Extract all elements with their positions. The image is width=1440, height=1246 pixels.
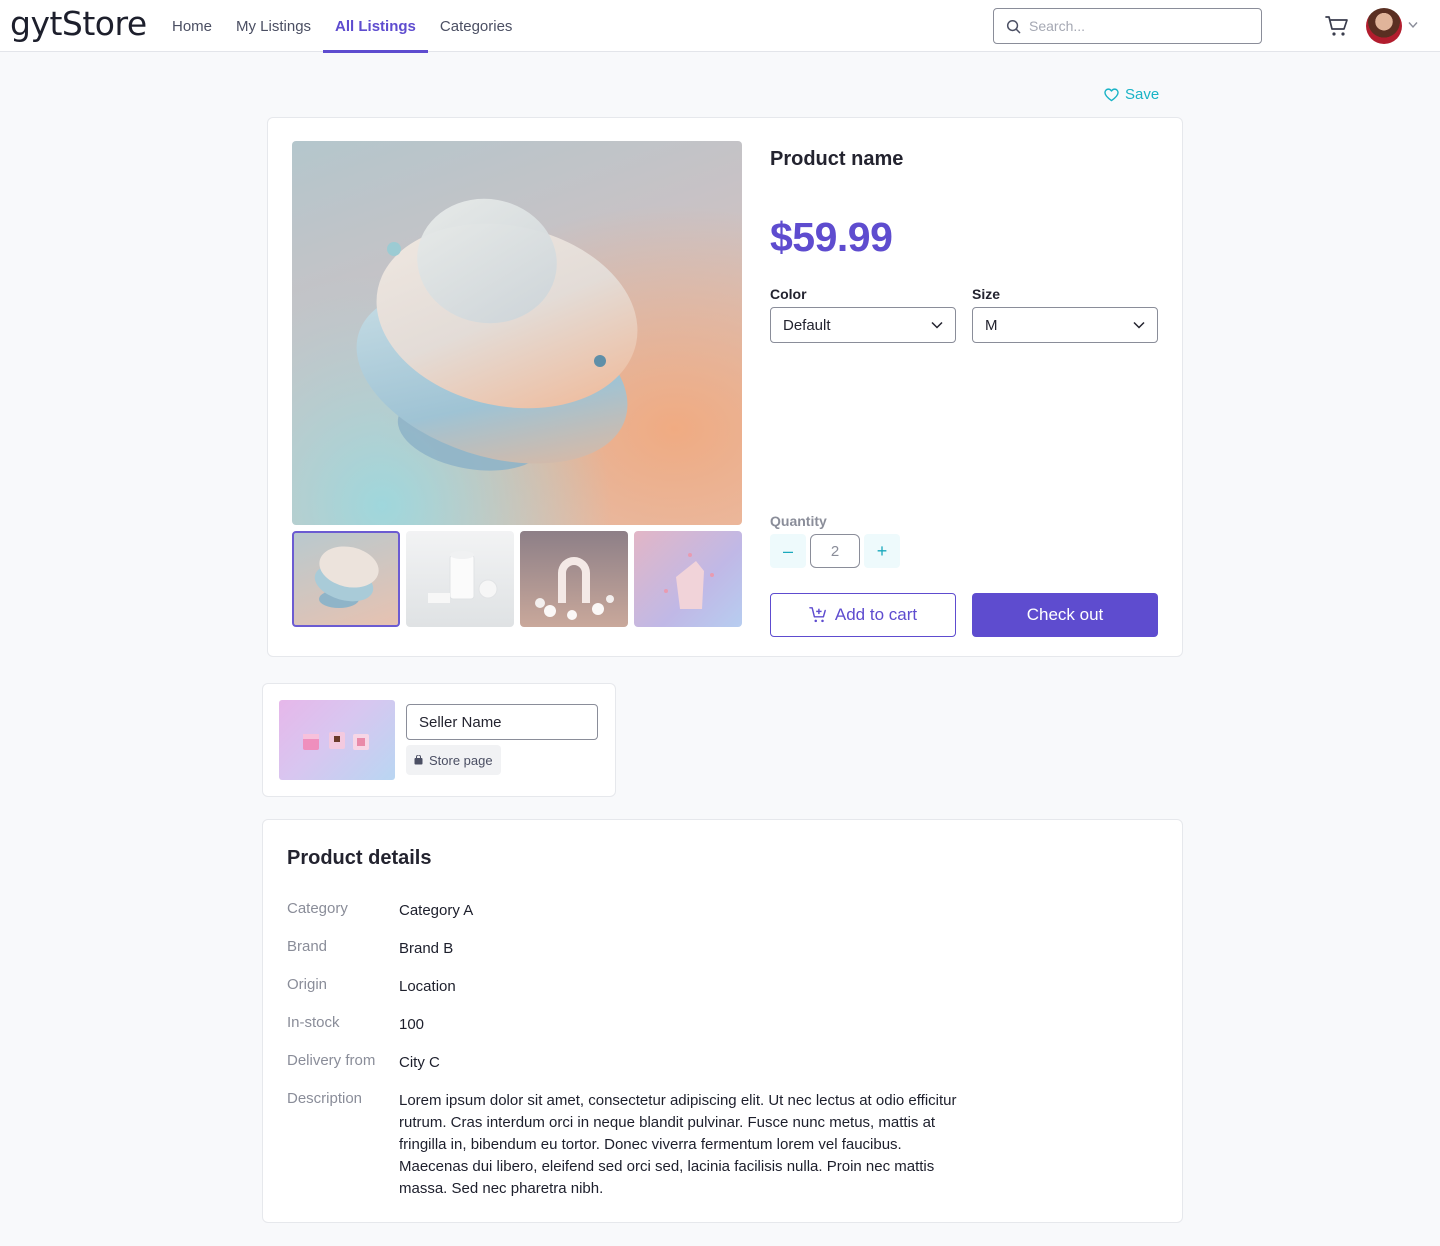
search-icon xyxy=(1006,19,1021,33)
app-logo[interactable]: gytStore xyxy=(10,4,147,43)
detail-row-delivery-from: Delivery from City C xyxy=(287,1052,969,1074)
product-details-title: Product details xyxy=(287,847,432,869)
thumbnail-white-cylinder[interactable] xyxy=(406,531,514,627)
heart-outline-icon xyxy=(1104,87,1119,101)
size-select[interactable]: M xyxy=(972,307,1158,343)
detail-row-brand: Brand Brand B xyxy=(287,938,969,960)
detail-row-category: Category Category A xyxy=(287,900,969,922)
detail-key: Description xyxy=(287,1090,363,1107)
size-label: Size xyxy=(972,286,1001,302)
product-card: Product name $59.99 Color Default Size M… xyxy=(267,117,1183,657)
quantity-input[interactable]: 2 xyxy=(810,534,860,568)
color-select[interactable]: Default xyxy=(770,307,956,343)
seller-image xyxy=(279,700,395,780)
detail-key: Delivery from xyxy=(287,1052,376,1069)
main-nav: Home My Listings All Listings Categories xyxy=(160,0,525,53)
detail-value: City C xyxy=(399,1054,440,1071)
add-to-cart-icon xyxy=(809,607,826,623)
nav-home[interactable]: Home xyxy=(160,0,224,52)
store-page-button[interactable]: Store page xyxy=(406,745,501,775)
nav-my-listings[interactable]: My Listings xyxy=(224,0,323,52)
detail-value: 100 xyxy=(399,1016,425,1033)
detail-value: Location xyxy=(399,978,456,995)
chevron-down-icon xyxy=(1133,321,1145,329)
color-select-value: Default xyxy=(783,316,831,334)
detail-key: Origin xyxy=(287,976,328,993)
quantity-increment-button[interactable]: + xyxy=(864,534,900,568)
product-name: Product name xyxy=(770,148,904,170)
nav-categories[interactable]: Categories xyxy=(428,0,525,52)
seller-name-field[interactable]: Seller Name xyxy=(406,704,598,740)
detail-row-in-stock: In-stock 100 xyxy=(287,1014,969,1036)
save-button[interactable]: Save xyxy=(1104,86,1159,103)
thumbnail-pink-block[interactable] xyxy=(634,531,742,627)
detail-key: In-stock xyxy=(287,1014,340,1031)
add-to-cart-label: Add to cart xyxy=(834,605,918,624)
product-details-card: Product details Category Category A Bran… xyxy=(262,819,1183,1223)
shopping-cart-icon xyxy=(1325,16,1348,36)
product-price: $59.99 xyxy=(770,214,893,260)
search-box[interactable] xyxy=(993,8,1262,44)
store-bag-icon xyxy=(414,755,423,765)
store-page-label: Store page xyxy=(429,752,493,768)
color-label: Color xyxy=(770,286,807,302)
size-select-value: M xyxy=(985,316,998,334)
quantity-label: Quantity xyxy=(770,513,827,529)
thumbnail-arch-spheres[interactable] xyxy=(520,531,628,627)
user-avatar[interactable] xyxy=(1366,8,1402,44)
add-to-cart-button[interactable]: Add to cart xyxy=(770,593,956,637)
thumbnail-strip xyxy=(292,531,742,627)
thumbnail-abstract-discs[interactable] xyxy=(292,531,400,627)
quantity-decrement-button[interactable]: – xyxy=(770,534,806,568)
detail-description: Lorem ipsum dolor sit amet, consectetur … xyxy=(399,1092,957,1197)
detail-row-origin: Origin Location xyxy=(287,976,969,998)
caret-down-icon[interactable] xyxy=(1408,21,1418,29)
nav-all-listings[interactable]: All Listings xyxy=(323,0,428,53)
cart-button[interactable] xyxy=(1324,13,1350,39)
detail-key: Category xyxy=(287,900,348,917)
product-main-image xyxy=(292,141,742,525)
top-navbar: gytStore Home My Listings All Listings C… xyxy=(0,0,1440,53)
detail-key: Brand xyxy=(287,938,328,955)
check-out-button[interactable]: Check out xyxy=(972,593,1158,637)
save-label: Save xyxy=(1125,86,1160,103)
detail-value: Category A xyxy=(399,902,474,919)
detail-value: Brand B xyxy=(399,940,454,957)
search-input[interactable] xyxy=(1029,18,1249,34)
chevron-down-icon xyxy=(931,321,943,329)
seller-card: Seller Name Store page xyxy=(262,683,616,797)
detail-row-description: Description Lorem ipsum dolor sit amet, … xyxy=(287,1090,969,1200)
